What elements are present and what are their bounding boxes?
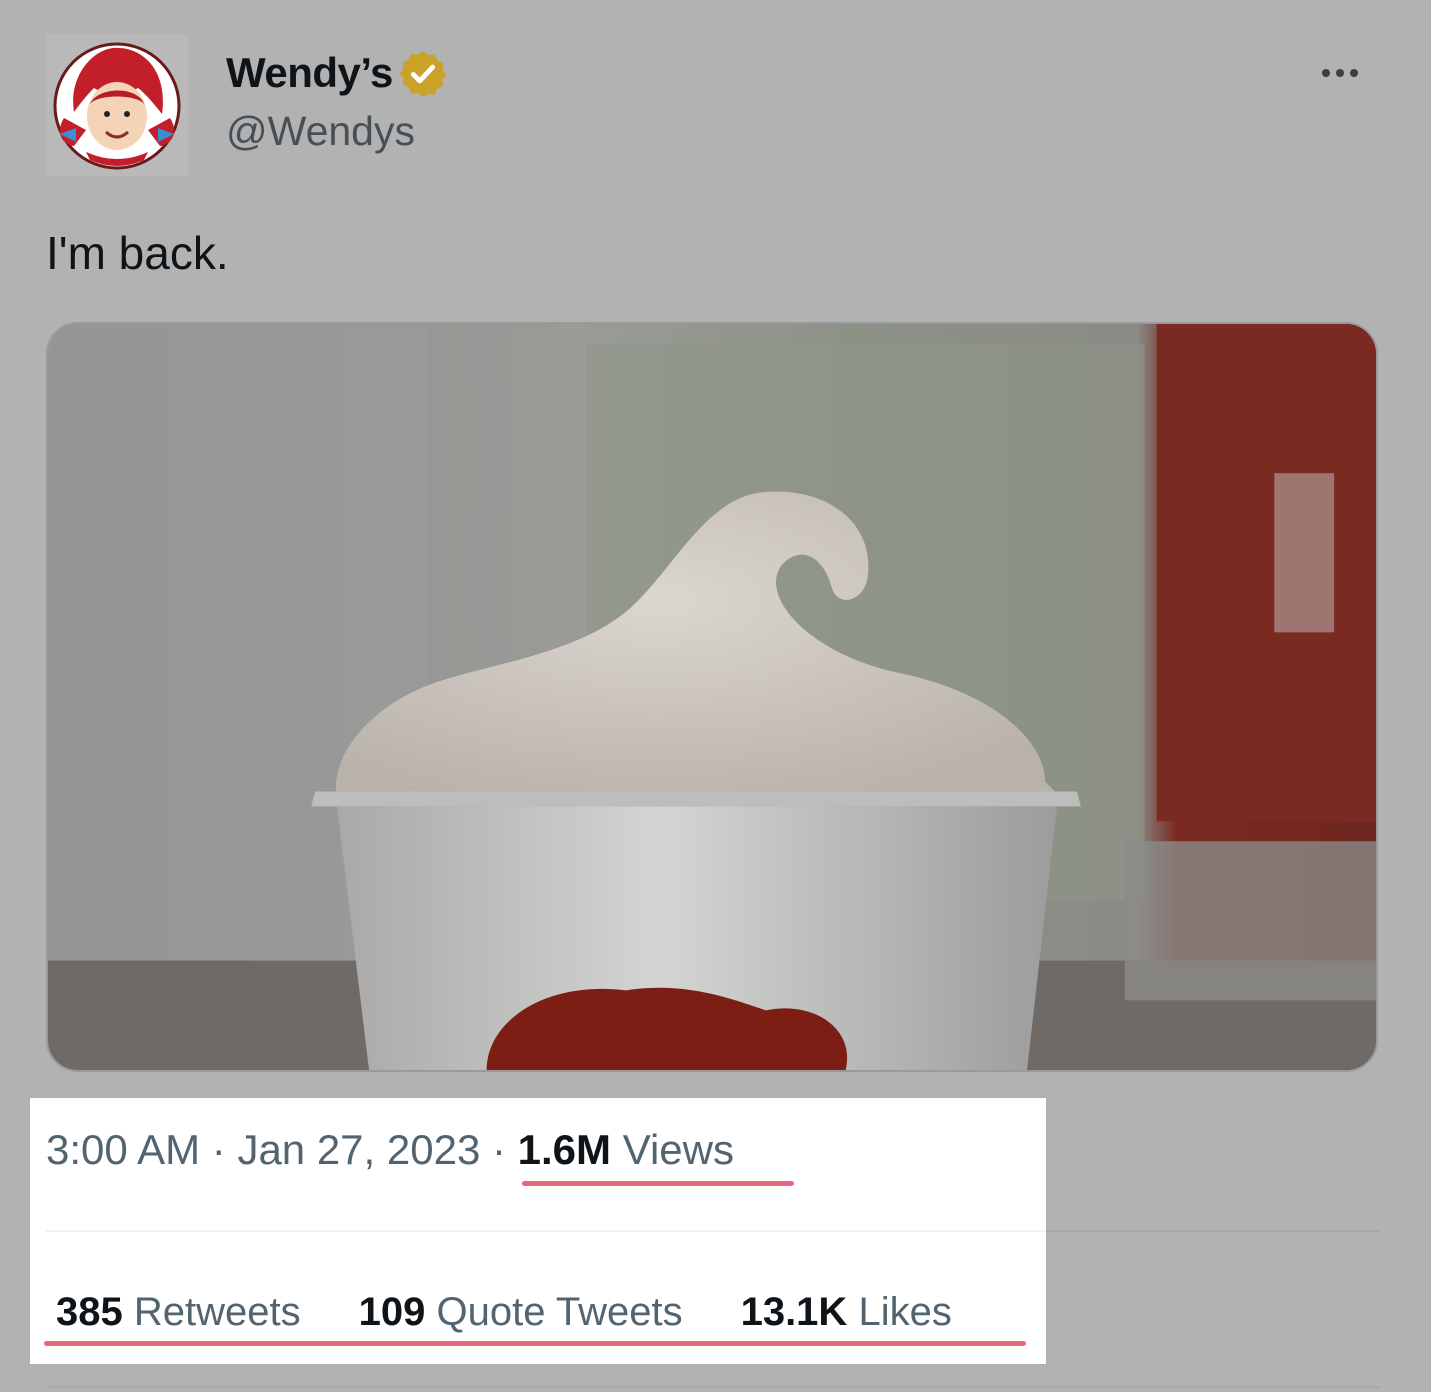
views-label: Views — [622, 1126, 734, 1173]
views-count: 1.6M — [517, 1126, 612, 1173]
tweet-date[interactable]: Jan 27, 2023 — [237, 1126, 480, 1173]
retweets-count: 385 — [56, 1290, 123, 1334]
quote-tweets-stat[interactable]: 109 Quote Tweets — [359, 1290, 683, 1335]
quote-tweets-label: Quote Tweets — [436, 1290, 683, 1334]
quote-tweets-count: 109 — [358, 1290, 426, 1334]
more-options-icon[interactable] — [1322, 58, 1382, 88]
bottom-divider — [46, 1386, 1380, 1388]
retweets-stat[interactable]: 385 Retweets — [56, 1290, 301, 1335]
account-handle[interactable]: @Wendys — [226, 108, 415, 155]
meta-separator: · — [200, 1126, 238, 1173]
frosty-photo — [48, 324, 1376, 1070]
divider-outside — [1046, 1230, 1380, 1232]
wendys-logo-icon — [46, 34, 188, 176]
display-name[interactable]: Wendy’s — [226, 49, 393, 97]
tweet-time[interactable]: 3:00 AM — [46, 1126, 200, 1173]
likes-label: Likes — [858, 1290, 952, 1334]
stats-underline — [44, 1341, 1026, 1346]
meta-separator-2: · — [480, 1126, 518, 1173]
tweet-media-image[interactable] — [46, 322, 1378, 1072]
tweet-text: I'm back. — [46, 227, 229, 279]
verified-badge-icon[interactable] — [397, 48, 449, 100]
tweet-meta: 3:00 AM · Jan 27, 2023 · 1.6M Views — [46, 1126, 734, 1174]
likes-stat[interactable]: 13.1K Likes — [741, 1290, 952, 1335]
likes-count: 13.1K — [740, 1290, 848, 1334]
retweets-label: Retweets — [133, 1290, 301, 1334]
avatar[interactable] — [46, 34, 188, 176]
account-name-row[interactable]: Wendy’s — [226, 46, 449, 100]
tweet-stats: 385 Retweets 109 Quote Tweets 13.1K Likes — [56, 1290, 952, 1335]
views-underline — [522, 1181, 794, 1186]
